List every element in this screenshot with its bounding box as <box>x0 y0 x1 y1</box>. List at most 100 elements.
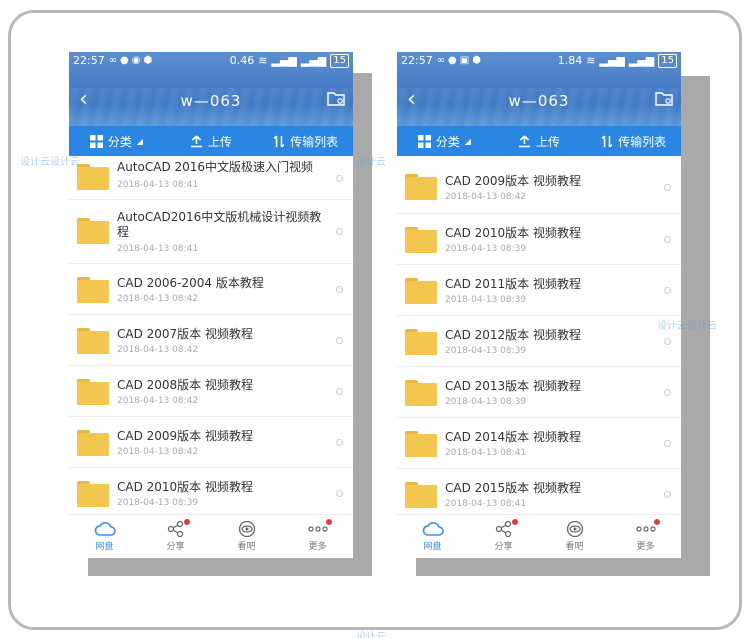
back-arrow-icon[interactable]: ‹ <box>407 88 416 112</box>
list-item[interactable]: CAD 2011版本 视频教程 2018-04-13 08:39 <box>397 265 681 316</box>
list-item[interactable]: AutoCAD2016中文版机械设计视频教程 2018-04-13 08:41 <box>69 200 353 264</box>
file-date: 2018-04-13 08:42 <box>117 447 199 457</box>
folder-icon <box>405 431 437 457</box>
file-name: AutoCAD 2016中文版极速入门视频 <box>117 160 314 174</box>
select-radio[interactable] <box>336 439 343 446</box>
grid-icon <box>89 134 103 148</box>
status-right: 1.84 ≋ ▂▄▆ ▂▄▆ 15 <box>558 52 677 70</box>
transfer-list-button[interactable]: 传输列表 <box>586 126 681 156</box>
file-name: CAD 2010版本 视频教程 <box>117 480 253 494</box>
list-item[interactable]: CAD 2006-2004 版本教程 2018-04-13 08:42 <box>69 264 353 315</box>
upload-button[interactable]: 上传 <box>164 126 259 156</box>
list-item[interactable]: CAD 2007版本 视频教程 2018-04-13 08:42 <box>69 315 353 366</box>
back-arrow-icon[interactable]: ‹ <box>79 88 88 112</box>
wifi-icon: ≋ <box>258 54 268 67</box>
select-radio[interactable] <box>664 389 671 396</box>
status-bar: 22:57 ∞ ● ◉ ⬢ 0.46 ≋ ▂▄▆ ▂▄▆ 15 <box>69 52 353 70</box>
upload-label: 上传 <box>536 134 561 149</box>
transfer-list-button[interactable]: 传输列表 <box>258 126 353 156</box>
file-date: 2018-04-13 08:41 <box>117 180 199 190</box>
nav-more[interactable]: 更多 <box>610 515 681 558</box>
folder-icon <box>405 278 437 304</box>
category-label: 分类 <box>435 134 460 149</box>
file-name: CAD 2015版本 视频教程 <box>445 481 581 495</box>
signal-icon: ▂▄▆ <box>271 54 297 67</box>
folder-icon <box>405 329 437 355</box>
list-item[interactable]: CAD 2013版本 视频教程 2018-04-13 08:39 <box>397 367 681 418</box>
upload-icon <box>191 134 202 147</box>
toolbar: 分类 ◢ 上传 传输列表 <box>69 126 353 156</box>
nav-disk[interactable]: 网盘 <box>69 515 140 558</box>
file-date: 2018-04-13 08:42 <box>117 345 199 355</box>
nav-share[interactable]: 分享 <box>468 515 539 558</box>
select-radio[interactable] <box>336 175 343 182</box>
shield-icon: ⬢ <box>472 55 481 66</box>
network-speed: 0.46 <box>229 54 255 67</box>
title-bar: ‹ w—063 <box>397 86 681 116</box>
file-date: 2018-04-13 08:39 <box>445 346 527 356</box>
file-name: CAD 2006-2004 版本教程 <box>117 276 264 290</box>
toolbar: 分类 ◢ 上传 传输列表 <box>397 126 681 156</box>
list-item[interactable]: CAD 2010版本 视频教程 2018-04-13 08:39 <box>397 214 681 265</box>
select-radio[interactable] <box>664 491 671 498</box>
nav-watch[interactable]: 看吧 <box>211 515 282 558</box>
folder-settings-icon[interactable] <box>327 90 345 106</box>
nav-more[interactable]: 更多 <box>282 515 353 558</box>
image-icon: ▣ <box>459 55 470 66</box>
select-radio[interactable] <box>664 338 671 345</box>
folder-icon <box>405 380 437 406</box>
nav-disk-label: 网盘 <box>95 542 114 552</box>
file-name: CAD 2008版本 视频教程 <box>117 378 253 392</box>
list-item[interactable]: CAD 2009版本 视频教程 2018-04-13 08:42 <box>397 156 681 214</box>
list-item[interactable]: CAD 2012版本 视频教程 2018-04-13 08:39 <box>397 316 681 367</box>
transfer-list-label: 传输列表 <box>618 134 667 149</box>
transfer-list-label: 传输列表 <box>290 134 339 149</box>
header: 22:57 ∞ ● ◉ ⬢ 0.46 ≋ ▂▄▆ ▂▄▆ 15 ‹ w—063 <box>69 52 353 126</box>
folder-icon <box>405 174 437 200</box>
list-item[interactable]: CAD 2008版本 视频教程 2018-04-13 08:42 <box>69 366 353 417</box>
file-name: CAD 2009版本 视频教程 <box>445 174 581 188</box>
category-label: 分类 <box>107 134 132 149</box>
status-time: 22:57 <box>73 54 105 67</box>
upload-label: 上传 <box>208 134 233 149</box>
file-date: 2018-04-13 08:39 <box>445 244 527 254</box>
infinity-icon: ∞ <box>108 55 118 66</box>
upload-icon <box>519 134 530 147</box>
network-speed: 1.84 <box>557 54 583 67</box>
select-radio[interactable] <box>664 287 671 294</box>
file-date: 2018-04-13 08:42 <box>117 294 199 304</box>
nav-watch[interactable]: 看吧 <box>539 515 610 558</box>
select-radio[interactable] <box>664 236 671 243</box>
list-item[interactable]: CAD 2010版本 视频教程 2018-04-13 08:39 <box>69 468 353 514</box>
chat-icon: ● <box>120 55 129 66</box>
select-radio[interactable] <box>336 337 343 344</box>
folder-settings-icon[interactable] <box>655 90 673 106</box>
select-radio[interactable] <box>336 286 343 293</box>
more-dots-icon <box>635 526 656 532</box>
select-radio[interactable] <box>336 490 343 497</box>
signal-icon: ▂▄▆ <box>599 54 625 67</box>
list-item[interactable]: CAD 2015版本 视频教程 2018-04-13 08:41 <box>397 469 681 514</box>
notification-badge <box>512 519 518 525</box>
select-radio[interactable] <box>664 440 671 447</box>
file-date: 2018-04-13 08:39 <box>445 397 527 407</box>
nav-disk-label: 网盘 <box>423 542 442 552</box>
category-button[interactable]: 分类 ◢ <box>69 126 164 156</box>
bottom-navigation: 网盘 分享 看吧 更多 <box>69 514 353 558</box>
file-name: CAD 2013版本 视频教程 <box>445 379 581 393</box>
title-bar: ‹ w—063 <box>69 86 353 116</box>
folder-icon <box>77 218 109 244</box>
upload-button[interactable]: 上传 <box>492 126 587 156</box>
select-radio[interactable] <box>336 388 343 395</box>
list-item[interactable]: CAD 2009版本 视频教程 2018-04-13 08:42 <box>69 417 353 468</box>
file-list: AutoCAD 2016中文版极速入门视频 2018-04-13 08:41 A… <box>69 156 353 514</box>
list-item[interactable]: CAD 2014版本 视频教程 2018-04-13 08:41 <box>397 418 681 469</box>
dropdown-triangle-icon: ◢ <box>464 136 471 146</box>
nav-share[interactable]: 分享 <box>140 515 211 558</box>
select-radio[interactable] <box>664 184 671 191</box>
nav-disk[interactable]: 网盘 <box>397 515 468 558</box>
select-radio[interactable] <box>336 228 343 235</box>
list-item[interactable]: AutoCAD 2016中文版极速入门视频 2018-04-13 08:41 <box>69 156 353 200</box>
category-button[interactable]: 分类 ◢ <box>397 126 492 156</box>
file-name: CAD 2014版本 视频教程 <box>445 430 581 444</box>
